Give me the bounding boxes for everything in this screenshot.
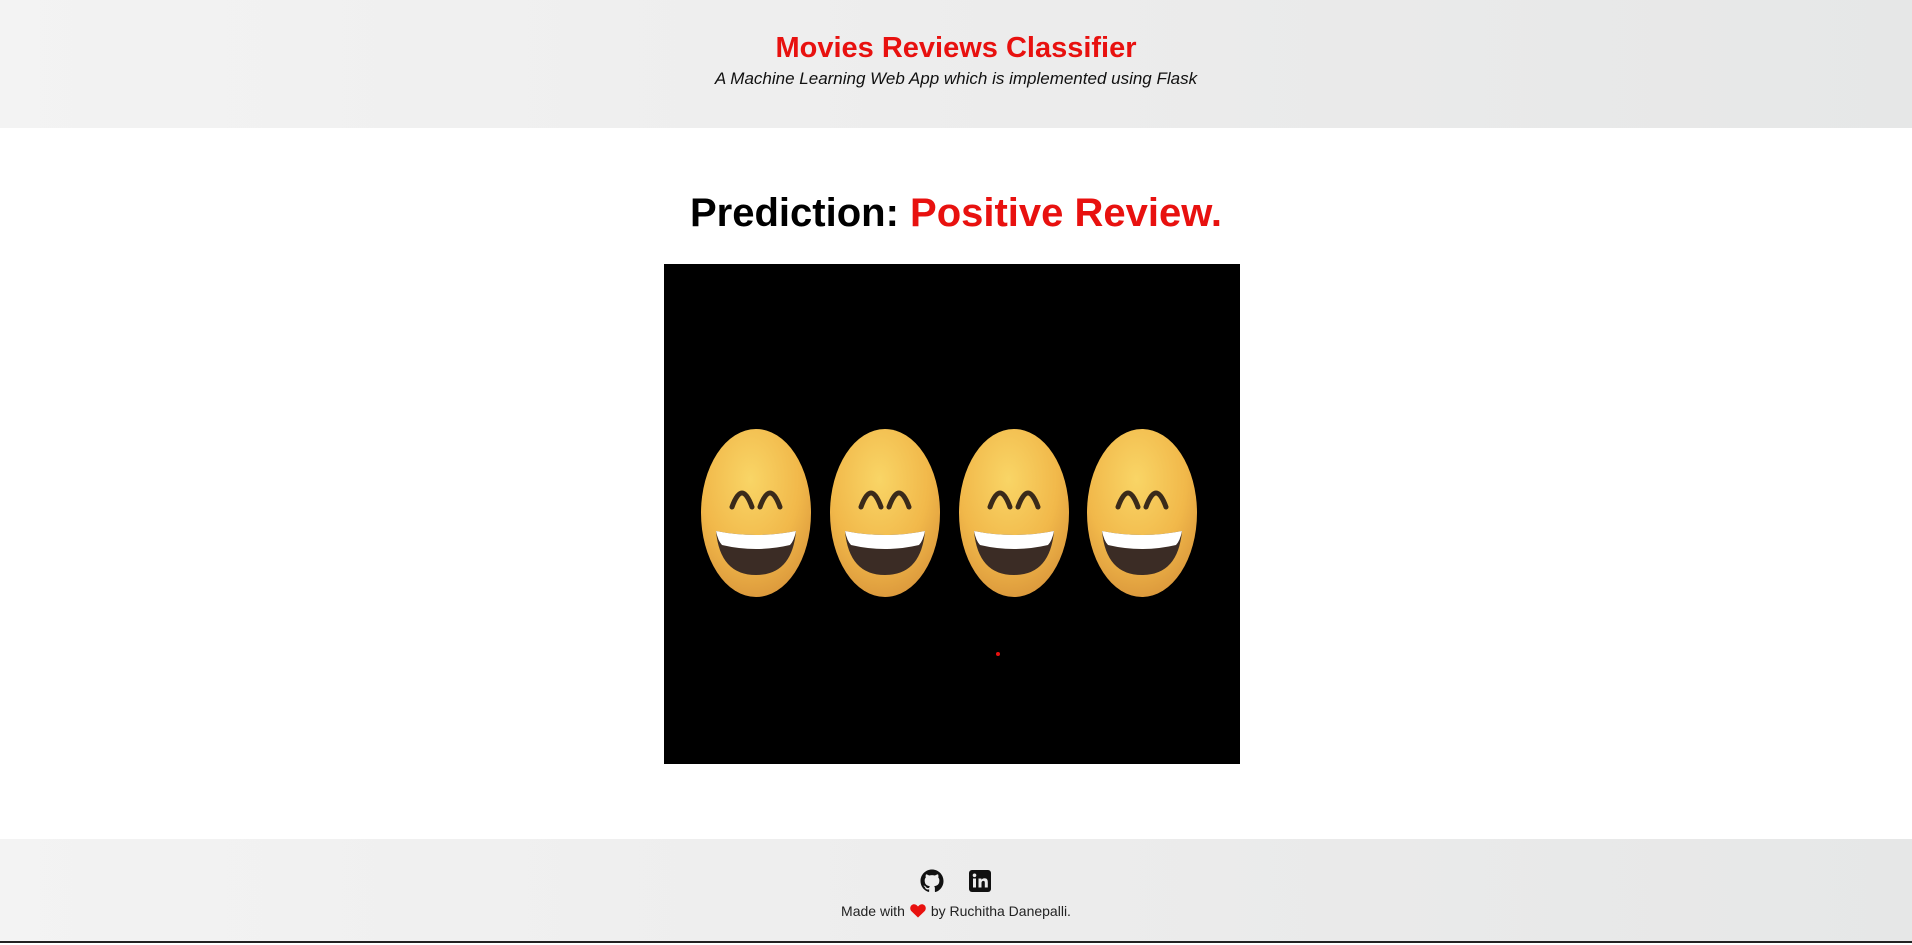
prediction-label: Prediction: <box>689 191 899 235</box>
smiley-face <box>959 429 1069 597</box>
footer-credit: Made with by Ruchitha Danepalli. <box>0 901 1912 921</box>
app-title: Movies Reviews Classifier <box>775 32 1137 64</box>
credit-suffix: by Ruchitha Danepalli. <box>930 903 1071 919</box>
smiley-face <box>701 429 811 597</box>
credit-prefix: Made with <box>841 903 905 919</box>
main-content: Prediction: Positive Review. <box>0 128 1912 839</box>
social-links <box>0 869 1912 895</box>
page-footer: Made with by Ruchitha Danepalli. <box>0 839 1912 943</box>
prediction-heading: Prediction: Positive Review. <box>0 188 1912 238</box>
smiley-face <box>1087 429 1197 597</box>
smiley-faces-image <box>664 264 1240 764</box>
result-image <box>664 264 1240 764</box>
github-icon[interactable] <box>920 869 944 893</box>
heart-icon <box>910 903 926 918</box>
app-subtitle: A Machine Learning Web App which is impl… <box>714 69 1198 88</box>
prediction-result: Positive Review. <box>910 191 1223 235</box>
linkedin-icon[interactable] <box>968 869 992 893</box>
red-dot <box>996 652 1000 656</box>
page-header: Movies Reviews Classifier A Machine Lear… <box>0 0 1912 128</box>
smiley-face <box>830 429 940 597</box>
